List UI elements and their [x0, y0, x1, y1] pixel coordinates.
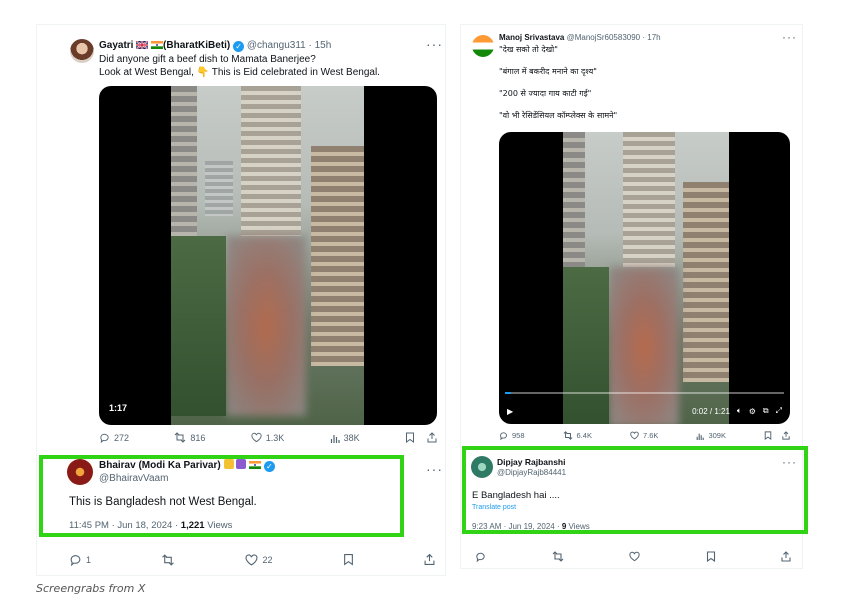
gayatri-avatar[interactable]	[70, 39, 94, 63]
image-caption: Screengrabs from X	[36, 582, 146, 595]
tweet-text: Did anyone gift a beef dish to Mamata Ba…	[99, 53, 380, 79]
tweet-time[interactable]: · 15h	[309, 40, 332, 51]
bookmark-icon[interactable]	[764, 431, 772, 440]
author-handle[interactable]: @changu311	[247, 40, 306, 51]
author-suffix[interactable]: (BharatKiBeti)	[163, 40, 230, 51]
reply-icon	[100, 433, 109, 443]
retweet-icon	[175, 432, 186, 443]
bookmark-icon[interactable]	[405, 432, 415, 443]
bookmark-icon	[706, 551, 715, 562]
reply-like-button[interactable]: 22	[245, 553, 273, 566]
manoj-avatar[interactable]	[472, 35, 494, 57]
right-tweet-actions: 958 6.4K 7.6K 309K	[499, 431, 790, 440]
right-tweet-line-4: "वो भी रेसिडेंसियल कॉम्प्लेक्स के सामने"	[499, 111, 618, 120]
reply-button[interactable]: 272	[99, 432, 129, 443]
reply-icon	[476, 552, 485, 562]
retweet-icon	[162, 553, 175, 566]
reply-icon	[70, 555, 81, 566]
heart-icon	[630, 431, 639, 440]
right-secondary-actions	[764, 431, 790, 440]
retweet-icon	[552, 551, 563, 562]
right-reply-bookmark-button[interactable]	[706, 551, 716, 562]
reply-share-button[interactable]	[424, 553, 435, 566]
reply-icon	[500, 432, 507, 440]
right-more-options-icon[interactable]: ···	[782, 30, 797, 44]
right-retweet-button[interactable]: 6.4K	[563, 431, 592, 440]
reply-bookmark-button[interactable]	[343, 553, 354, 566]
share-icon[interactable]	[782, 431, 790, 440]
video-progress-fill	[505, 392, 511, 394]
fullscreen-icon[interactable]: ⤢	[776, 406, 782, 416]
tweet-line-1: Did anyone gift a beef dish to Mamata Ba…	[99, 54, 316, 65]
reply-retweet-button[interactable]	[161, 553, 175, 566]
right-author-handle[interactable]: @ManojSr60583090	[567, 33, 641, 42]
right-tweet-line-2: "बंगाल में बकरीद मनाने का दृश्य"	[499, 67, 597, 76]
volume-icon[interactable]: 🔈︎	[737, 406, 742, 416]
video-duration: 1:17	[109, 403, 128, 413]
right-views-button[interactable]: 309K	[696, 431, 726, 440]
heart-icon	[251, 432, 262, 443]
share-icon	[781, 551, 791, 562]
pointing-hand-icon: 👇	[196, 67, 210, 78]
tweet-line-2: Look at West Bengal, 👇 This is Eid celeb…	[99, 67, 380, 78]
right-reply-actions	[475, 551, 791, 562]
picture-in-picture-icon[interactable]: ⧉	[763, 406, 769, 416]
tweet-video[interactable]: 1:17	[99, 86, 437, 425]
views-button[interactable]: 38K	[330, 433, 360, 443]
video-progress-bar[interactable]	[505, 392, 784, 394]
right-reply-highlight	[462, 446, 808, 534]
views-icon	[697, 433, 705, 440]
verified-badge-icon: ✓	[233, 41, 245, 52]
share-icon[interactable]	[427, 432, 437, 443]
tweet-actions: 272 816 1.3K 38K	[99, 432, 437, 443]
secondary-actions	[405, 432, 437, 443]
right-reply-share-button[interactable]	[781, 551, 791, 562]
reply-reply-button[interactable]: 1	[69, 553, 91, 566]
author-name[interactable]: Gayatri	[99, 40, 133, 51]
reply-actions: 1 22	[69, 553, 435, 566]
left-reply-highlight	[39, 455, 404, 537]
right-reply-retweet-button[interactable]	[552, 551, 564, 562]
right-tweet-video[interactable]: ▶ 0:02 / 1:21 🔈︎ ⚙ ⧉ ⤢	[499, 132, 790, 424]
heart-icon	[246, 553, 258, 566]
right-tweet-time[interactable]: · 17h	[642, 33, 660, 42]
video-scene	[171, 86, 364, 425]
right-reply-button[interactable]: 958	[499, 431, 525, 440]
right-tweet-header: Manoj Srivastava @ManojSr60583090 · 17h	[499, 33, 661, 42]
video-controls-right: 0:02 / 1:21 🔈︎ ⚙ ⧉ ⤢	[692, 406, 782, 416]
like-button[interactable]: 1.3K	[251, 432, 284, 443]
uk-flag-icon	[135, 40, 149, 52]
reply-more-options-icon[interactable]: ···	[426, 461, 443, 477]
heart-icon	[629, 551, 640, 562]
india-flag-icon	[151, 41, 164, 52]
share-icon	[424, 553, 435, 565]
tweet-header: Gayatri (BharatKiBeti) ✓ @changu311 · 15…	[99, 40, 331, 52]
right-like-button[interactable]: 7.6K	[630, 431, 658, 440]
play-icon[interactable]: ▶	[507, 407, 513, 416]
right-reply-reply-button[interactable]	[475, 551, 486, 562]
right-video-scene	[563, 132, 729, 424]
bookmark-icon	[343, 554, 353, 566]
settings-gear-icon[interactable]: ⚙	[749, 407, 756, 416]
right-reply-like-button[interactable]	[629, 551, 640, 562]
retweet-button[interactable]: 816	[174, 432, 205, 443]
retweet-icon	[563, 431, 572, 440]
right-tweet-text: "देख सको तो देखो" "बंगाल में बकरीद मनाने…	[499, 44, 617, 121]
right-author-name[interactable]: Manoj Srivastava	[499, 33, 564, 42]
video-controls: ▶ 0:02 / 1:21 🔈︎ ⚙ ⧉ ⤢	[507, 406, 782, 416]
views-icon	[330, 434, 340, 443]
more-options-icon[interactable]: ···	[426, 36, 443, 52]
right-tweet-line-1: "देख सको तो देखो"	[499, 45, 558, 54]
video-time: 0:02 / 1:21	[692, 406, 730, 416]
right-tweet-line-3: "200 से ज्यादा गाय काटी गई"	[499, 89, 592, 98]
